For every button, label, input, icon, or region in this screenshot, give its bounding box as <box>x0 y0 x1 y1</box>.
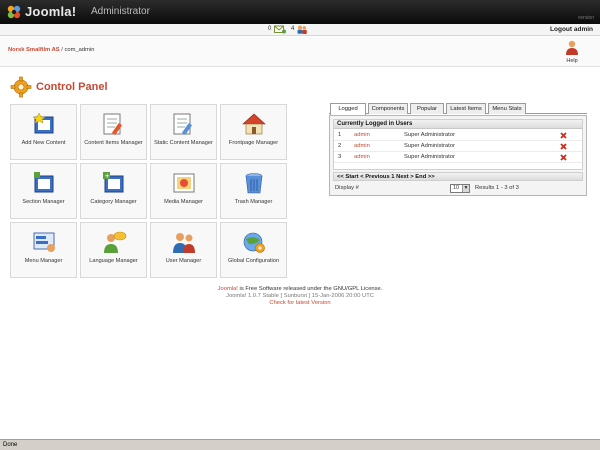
license-text: is Free Software released under the GNU/… <box>237 286 383 292</box>
row-number: 2 <box>338 143 342 149</box>
force-logout-icon[interactable] <box>560 132 567 139</box>
help-button[interactable]: Help <box>560 40 584 65</box>
user-name-link[interactable]: admin <box>354 130 370 141</box>
trash-icon <box>245 173 263 194</box>
logged-users-table: Currently Logged in Users 1 admin Super … <box>333 119 583 170</box>
language-manager-button[interactable]: Language Manager <box>80 222 147 278</box>
user-role: Super Administrator <box>404 154 455 160</box>
users-online-count: 4 <box>291 26 295 32</box>
pagination-bar[interactable]: << Start < Previous 1 Next > End >> <box>333 172 583 181</box>
users-icon[interactable] <box>296 25 308 34</box>
force-logout-icon[interactable] <box>560 143 567 150</box>
display-label: Display # <box>335 185 359 191</box>
control-panel-grid: Add New Content Content Items Manager St… <box>10 104 290 280</box>
language-icon <box>104 231 127 253</box>
results-count: Results 1 - 3 of 3 <box>475 185 519 191</box>
tab-components[interactable]: Components <box>368 103 408 114</box>
license-line: Joomla! is Free Software released under … <box>0 286 600 293</box>
logout-link[interactable]: Logout admin <box>550 26 593 33</box>
tile-label: Language Manager <box>89 258 138 264</box>
admin-subtitle: Administrator <box>91 6 150 17</box>
joomla-logo-icon <box>7 5 21 19</box>
version-line: Joomla! 1.0.7 Stable [ Sunburst ] 15-Jan… <box>226 293 374 299</box>
tile-label: Trash Manager <box>234 199 273 205</box>
force-logout-icon[interactable] <box>560 154 567 161</box>
tile-label: Category Manager <box>90 199 137 205</box>
header-bar: Joomla! Administrator version <box>0 0 600 24</box>
user-name-link[interactable]: admin <box>354 152 370 163</box>
table-row: 2 admin Super Administrator <box>334 141 582 152</box>
section-manager-button[interactable]: Section Manager <box>10 163 77 219</box>
breadcrumb-component: com_admin <box>64 47 95 53</box>
display-count-select[interactable]: 10 ▼ <box>450 184 470 193</box>
add-content-icon <box>32 112 54 134</box>
help-label: Help <box>566 58 578 64</box>
user-role: Super Administrator <box>404 143 455 149</box>
display-row: Display # 10 ▼ Results 1 - 3 of 3 <box>333 183 583 194</box>
table-row: 1 admin Super Administrator <box>334 130 582 141</box>
logged-users-panel: Currently Logged in Users 1 admin Super … <box>329 115 587 196</box>
messages-count: 0 <box>268 26 272 32</box>
display-count-value: 10 <box>453 185 460 191</box>
breadcrumb-site-link[interactable]: Norsk Smalfilm AS <box>8 47 60 53</box>
control-panel-gear-icon <box>10 76 32 98</box>
browser-status-bar: Done <box>0 439 600 450</box>
tile-label: Menu Manager <box>24 258 63 264</box>
pathway-bar: Norsk Smalfilm AS / com_admin Help <box>0 37 600 67</box>
tab-popular[interactable]: Popular <box>410 103 444 114</box>
content-items-manager-button[interactable]: Content Items Manager <box>80 104 147 160</box>
tile-label: Media Manager <box>164 199 203 205</box>
tile-label: User Manager <box>165 258 202 264</box>
row-number: 3 <box>338 154 342 160</box>
menu-icon <box>33 232 55 252</box>
frontpage-icon <box>242 113 266 135</box>
page-title: Control Panel <box>36 81 108 93</box>
add-new-content-button[interactable]: Add New Content <box>10 104 77 160</box>
help-icon <box>566 40 578 55</box>
global-config-icon <box>243 232 265 253</box>
static-content-icon <box>173 113 193 136</box>
trash-manager-button[interactable]: Trash Manager <box>220 163 287 219</box>
panel-tabs: Logged Components Popular Latest Items M… <box>329 102 587 115</box>
tile-label: Section Manager <box>22 199 65 205</box>
check-version-link[interactable]: Check for latest Version <box>0 300 600 307</box>
media-icon <box>173 173 195 193</box>
media-manager-button[interactable]: Media Manager <box>150 163 217 219</box>
category-icon: + <box>103 172 124 193</box>
category-manager-button[interactable]: + Category Manager <box>80 163 147 219</box>
menu-manager-button[interactable]: Menu Manager <box>10 222 77 278</box>
tab-latest-items[interactable]: Latest Items <box>446 103 486 114</box>
tile-label: Frontpage Manager <box>228 140 279 146</box>
status-bar: 0 4 Logout admin <box>0 24 600 36</box>
mail-icon[interactable] <box>274 25 286 34</box>
user-name-link[interactable]: admin <box>354 141 370 152</box>
footer: Joomla! is Free Software released under … <box>0 286 600 307</box>
chevron-down-icon: ▼ <box>462 185 469 192</box>
tab-logged[interactable]: Logged <box>330 103 366 115</box>
breadcrumb: Norsk Smalfilm AS / com_admin <box>8 47 94 53</box>
brand-name: Joomla! <box>25 4 77 19</box>
user-role: Super Administrator <box>404 132 455 138</box>
svg-text:+: + <box>104 172 110 180</box>
static-content-manager-button[interactable]: Static Content Manager <box>150 104 217 160</box>
content-items-icon <box>103 113 123 136</box>
stats-panel: Logged Components Popular Latest Items M… <box>329 102 587 196</box>
table-header: Currently Logged in Users <box>334 120 582 129</box>
tab-menu-stats[interactable]: Menu Stats <box>488 103 526 114</box>
version-tag: version <box>577 15 594 21</box>
tile-label: Add New Content <box>21 140 66 146</box>
row-number: 1 <box>338 132 342 138</box>
global-configuration-button[interactable]: Global Configuration <box>220 222 287 278</box>
joomla-link[interactable]: Joomla! <box>218 286 238 292</box>
user-manager-button[interactable]: User Manager <box>150 222 217 278</box>
tile-label: Global Configuration <box>228 258 279 264</box>
tile-label: Static Content Manager <box>154 140 213 146</box>
user-icon <box>173 233 195 253</box>
frontpage-manager-button[interactable]: Frontpage Manager <box>220 104 287 160</box>
tile-label: Content Items Manager <box>84 140 143 146</box>
table-row: 3 admin Super Administrator <box>334 152 582 163</box>
section-icon <box>34 172 54 193</box>
